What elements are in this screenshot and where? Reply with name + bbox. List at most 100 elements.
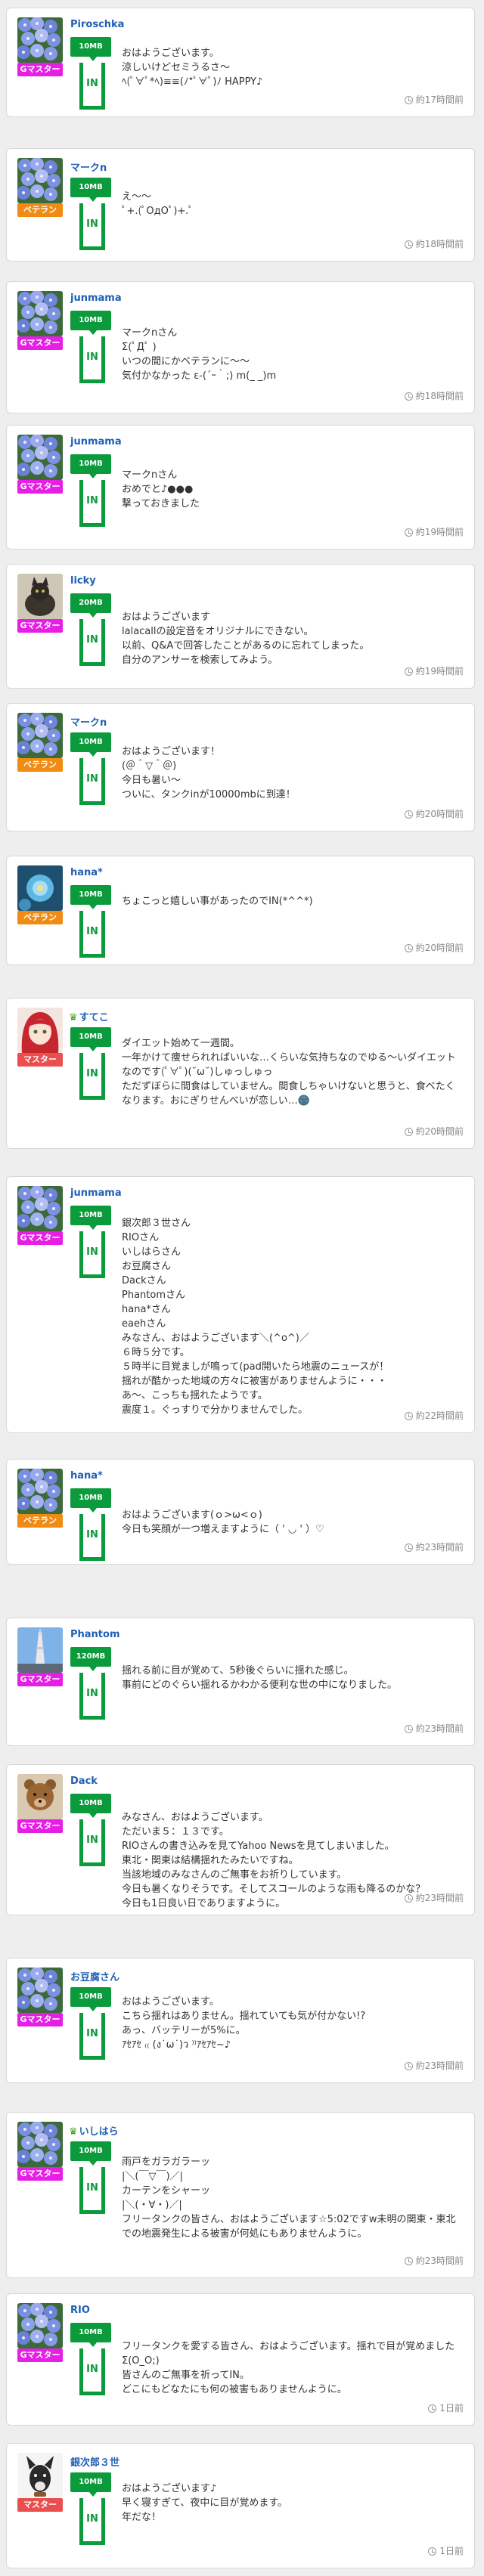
tank-in-icon: IN [79,1053,105,1100]
avatar[interactable] [17,713,63,758]
username-link[interactable]: hana* [69,1470,103,1482]
message-line: Dackさん [122,1275,166,1286]
username-link[interactable]: hana* [69,867,103,878]
avatar[interactable] [17,574,63,619]
arrow-down-icon [89,330,97,335]
username-link[interactable]: RIO [69,2305,90,2316]
clock-icon [404,1894,413,1903]
timestamp-text: 約17時間前 [415,94,464,105]
mb-amount-label: 10MB [70,1206,111,1225]
in-label: IN [86,2028,98,2039]
avatar[interactable] [17,1008,63,1053]
message-line: おめでと♪●●● [122,484,194,495]
clock-icon [404,667,413,676]
message-line: ちょこっと嬉しい事があったのでIN(*^^*) [122,896,313,907]
timestamp: 約23時間前 [404,2059,464,2072]
mb-amount-label: 10MB [70,454,111,474]
message-line: みなさん、おはようございます＼(^o^)／ [122,1333,309,1344]
clock-icon [404,96,413,104]
avatar[interactable] [17,865,63,911]
post-card: Gマスター RIO 10MB IN フリータンクを愛する皆さん、おはようございます。揺れ… [6,2293,475,2426]
message-line: え～～ [122,191,152,203]
post-card: Gマスター Dack 10MB IN みなさん、おはようございます。 ただいま５：１３です… [6,1764,475,1915]
post-card: Gマスター licky 20MB IN おはようございます lalacallの設定音をオリ… [6,564,475,689]
message-line: いつの間にかベテランに～～ [122,356,250,367]
timestamp-text: 約23時間前 [415,2256,464,2266]
clock-icon [404,1725,413,1733]
timestamp-text: 約19時間前 [415,527,464,537]
avatar[interactable] [17,1469,63,1514]
timestamp-text: 約20時間前 [415,809,464,819]
avatar[interactable] [17,2303,63,2348]
username-link[interactable]: Piroschka [69,19,124,30]
message-line: 東北・関東は結構揺れたみたいですね。 [122,1855,299,1866]
username-link[interactable]: licky [69,575,96,587]
arrow-down-icon [89,1225,97,1230]
avatar[interactable] [17,291,63,336]
avatar[interactable] [17,1186,63,1231]
username: マークn [70,717,107,729]
arrow-down-icon [89,1047,97,1051]
message-line: 今日も暑い～ [122,775,182,786]
tank-in-icon: IN [79,1231,105,1278]
username-link[interactable]: junmama [69,436,122,447]
mb-amount-label: 10MB [70,885,111,905]
username: マークn [70,163,107,174]
timestamp-text: 約20時間前 [415,943,464,953]
clock-icon [404,392,413,401]
message-line: 皆さんのご無事を祈ってIN。 [122,2370,250,2381]
avatar[interactable] [17,2453,63,2498]
clock-icon [404,944,413,952]
message-text: ダイエット始めて一週間。 一年かけて痩せられればいいな…くらいな気持ちなのでゆる～… [122,1036,464,1108]
message-line: lalacallの設定音をオリジナルにできない。 [122,626,314,637]
avatar[interactable] [17,1774,63,1819]
clock-icon [404,528,413,537]
in-label: IN [86,78,98,89]
message-line: お豆腐さん [122,1261,172,1272]
username-link[interactable]: junmama [69,1187,122,1199]
message-line: RIOさん [122,1232,160,1243]
in-label: IN [86,773,98,785]
username-link[interactable]: junmama [69,293,122,304]
username-link[interactable]: マークn [69,159,107,174]
clock-icon [404,810,413,819]
message-text: 揺れる前に目が覚めて、5秒後ぐらいに揺れた感じ。 事前にどのぐらい揺れるかわかる便… [122,1664,464,1692]
message-text: マークnさん Σ(ﾟДﾟ ) いつの間にかベテランに～～ 気付かなかった ε-(´ｰ｀… [122,326,464,383]
avatar[interactable] [17,17,63,63]
message-line: eaehさん [122,1318,166,1330]
username-link[interactable]: Phantom [69,1629,120,1640]
post-card: ベテラン マークn 10MB IN おはようございます！ (＠＾▽＾＠) 今日も暑い～ ついに… [6,703,475,831]
post-card: Gマスター ♛ いしはら 10MB IN 雨戸をガラガラーッ |＼(￣▽￣)／| カーテンをシ… [6,2112,475,2278]
mb-amount-label: 10MB [70,732,111,752]
message-line: こちら揺れはありません。揺れていても気が付かない!? [122,2011,366,2022]
message-text: おはようございます(ｏ>ω<ｏ) 今日も笑顔が一つ増えますように（ ' ◡ ' ）… [122,1508,464,1537]
avatar[interactable] [17,1968,63,2013]
mb-amount-label: 10MB [70,178,111,197]
timestamp: 約20時間前 [404,807,464,820]
avatar[interactable] [17,158,63,203]
username-link[interactable]: お豆腐さん [69,1969,119,1983]
post-card: Gマスター junmama 10MB IN マークnさん Σ(ﾟДﾟ ) いつの間にかベテラ… [6,281,475,413]
username-link[interactable]: 銀次郎３世 [69,2454,119,2469]
mb-amount-label: 10MB [70,37,111,57]
avatar[interactable] [17,1627,63,1673]
timestamp-text: 約23時間前 [415,1723,464,1734]
timestamp: 約18時間前 [404,389,464,402]
tank-in-icon: IN [79,480,105,527]
timestamp-text: 約18時間前 [415,239,464,249]
avatar[interactable] [17,2122,63,2167]
message-line: ６時５分です。 [122,1347,190,1358]
username-link[interactable]: Dack [69,1776,98,1787]
username-link[interactable]: ♛ すてこ [69,1009,109,1023]
username-link[interactable]: ♛ いしはら [69,2123,119,2138]
rank-badge: Gマスター [17,2348,63,2362]
message-line: 以前、Q&Aで回答したことがあるのに忘れてしまった。 [122,640,370,652]
in-label: IN [86,1688,98,1699]
username-link[interactable]: マークn [69,714,107,729]
arrow-down-icon [89,1813,97,1818]
avatar[interactable] [17,435,63,480]
message-line: ついに、タンクinが10000mbに到達！ [122,789,296,800]
rank-badge: Gマスター [17,1819,63,1833]
message-line: 当該地域のみなさんのご無事をお祈りしています。 [122,1869,347,1881]
in-label: IN [86,218,98,230]
